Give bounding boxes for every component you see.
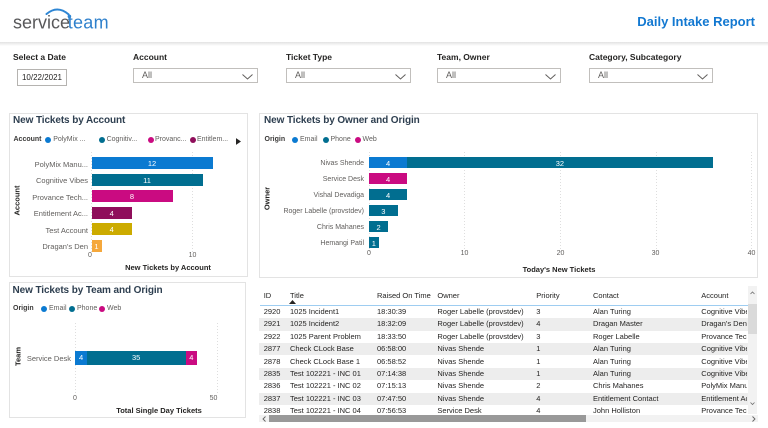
svg-text:service: service: [13, 12, 70, 32]
svg-text:team: team: [68, 12, 109, 32]
